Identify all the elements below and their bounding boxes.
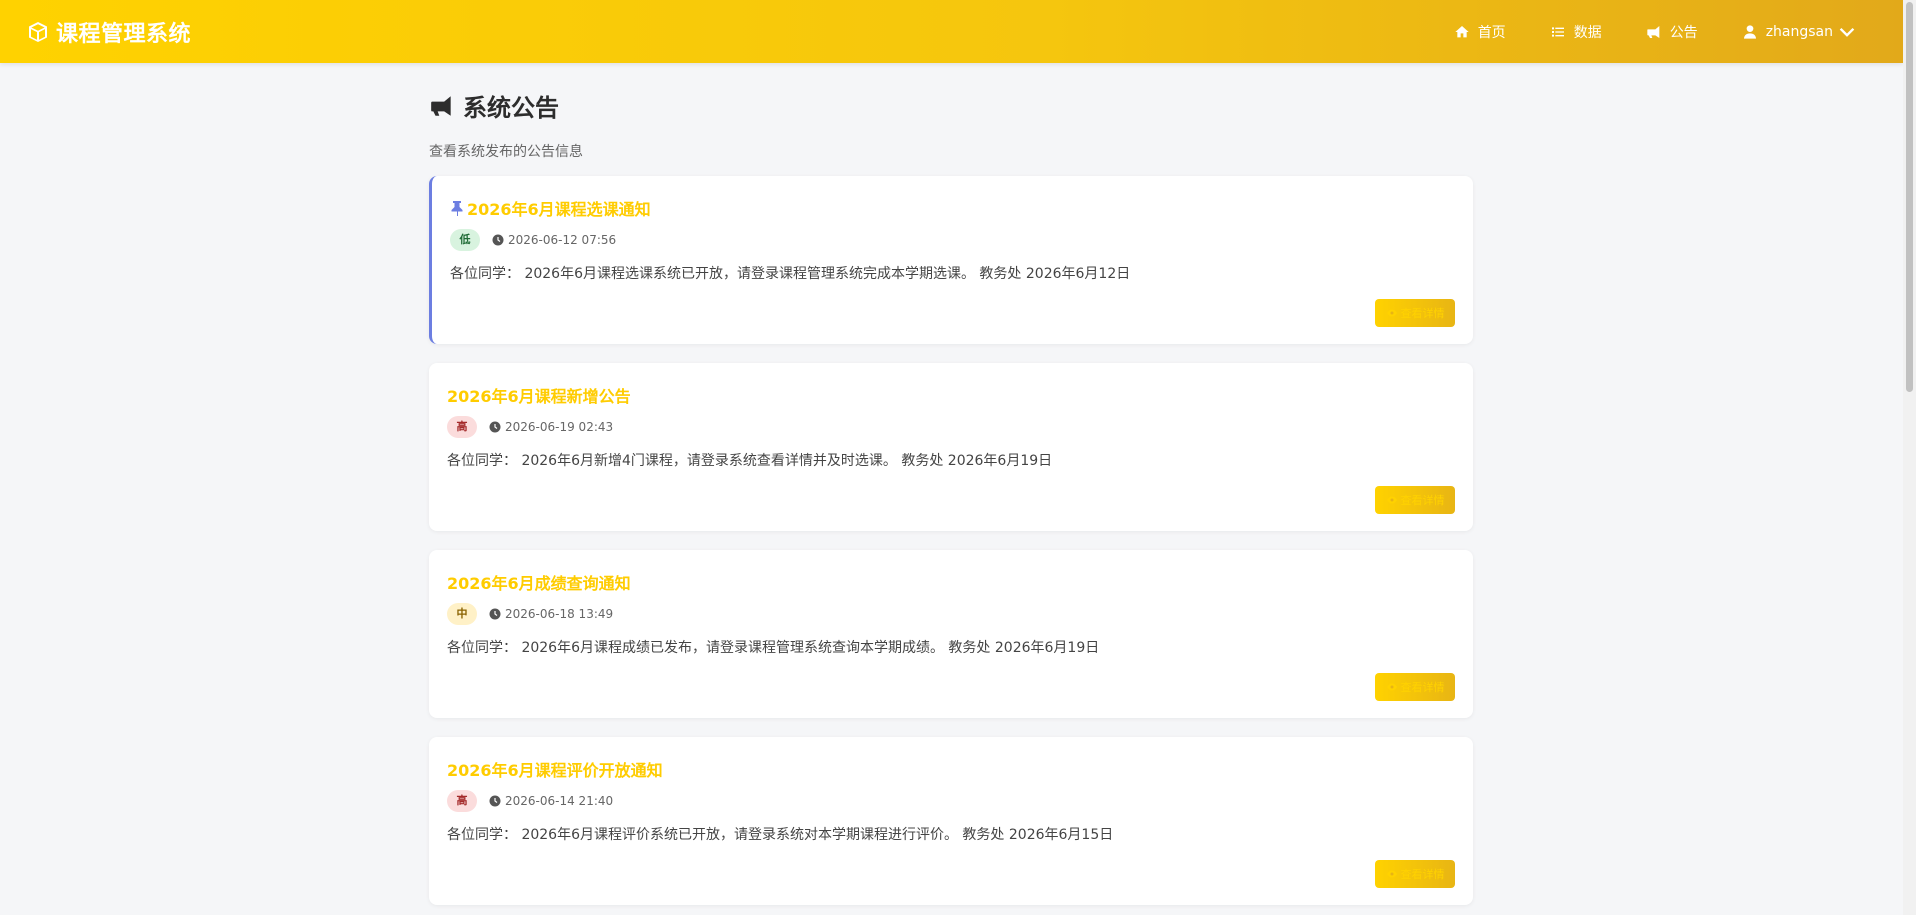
pin-icon bbox=[451, 201, 463, 216]
nav-home[interactable]: 首页 bbox=[1454, 22, 1506, 42]
page-scrollbar[interactable] bbox=[1903, 0, 1916, 915]
nav-data[interactable]: 数据 bbox=[1550, 22, 1602, 42]
nav-notice[interactable]: 公告 bbox=[1646, 22, 1698, 42]
username: zhangsan bbox=[1765, 23, 1833, 40]
announcement-content: 各位同学： 2026年6月课程评价系统已开放，请登录系统对本学期课程进行评价。 … bbox=[447, 827, 1114, 843]
announcement-meta: 低 2026-06-12 07:56 bbox=[450, 229, 616, 251]
clock-icon bbox=[489, 795, 501, 807]
announcement-title[interactable]: 2026年6月成绩查询通知 bbox=[447, 570, 631, 594]
announcement-card: 2026年6月课程新增公告 高 2026-06-19 02:43 各位同学： 2… bbox=[429, 363, 1473, 531]
view-detail-label: 查看详情 bbox=[1400, 495, 1445, 507]
view-detail-label: 查看详情 bbox=[1400, 308, 1445, 320]
main-content: 系统公告 查看系统发布的公告信息 2026年6月课程选课通知 低 2026-06… bbox=[429, 63, 1473, 905]
announcement-time: 2026-06-18 13:49 bbox=[489, 607, 613, 621]
announcement-time-text: 2026-06-19 02:43 bbox=[505, 420, 614, 434]
page-title: 系统公告 bbox=[429, 88, 1473, 123]
clock-icon bbox=[489, 608, 501, 620]
announcement-card: 2026年6月成绩查询通知 中 2026-06-18 13:49 各位同学： 2… bbox=[429, 550, 1473, 718]
bullhorn-icon bbox=[431, 95, 451, 116]
announcement-time-text: 2026-06-12 07:56 bbox=[508, 233, 617, 247]
chevron-down-icon bbox=[1839, 27, 1855, 37]
priority-badge: 高 bbox=[447, 416, 477, 438]
announcement-card: 2026年6月课程评价开放通知 高 2026-06-14 21:40 各位同学：… bbox=[429, 737, 1473, 905]
announcement-time-text: 2026-06-14 21:40 bbox=[505, 794, 614, 808]
home-icon bbox=[1455, 25, 1469, 37]
scrollbar-thumb[interactable] bbox=[1906, 2, 1913, 392]
nav-notice-label: 公告 bbox=[1669, 24, 1698, 41]
top-navbar: 课程管理系统 首页 数据 公告 zhangsan bbox=[0, 0, 1903, 63]
user-icon bbox=[1743, 24, 1756, 39]
view-detail-label: 查看详情 bbox=[1400, 869, 1445, 881]
announcement-content: 各位同学： 2026年6月课程成绩已发布，请登录课程管理系统查询本学期成绩。 教… bbox=[447, 640, 1100, 656]
eye-icon bbox=[1386, 496, 1397, 504]
nav-links: 首页 数据 公告 zhangsan bbox=[1410, 0, 1863, 63]
announcement-meta: 中 2026-06-18 13:49 bbox=[447, 603, 613, 625]
priority-badge: 中 bbox=[447, 603, 477, 625]
eye-icon bbox=[1386, 309, 1397, 317]
announcement-time: 2026-06-19 02:43 bbox=[489, 420, 613, 434]
announcement-title-text: 2026年6月课程新增公告 bbox=[447, 387, 631, 406]
view-detail-label: 查看详情 bbox=[1400, 682, 1445, 694]
announcement-title-text: 2026年6月成绩查询通知 bbox=[447, 574, 631, 593]
announcement-title[interactable]: 2026年6月课程评价开放通知 bbox=[447, 757, 663, 781]
clock-icon bbox=[489, 421, 501, 433]
brand-title: 课程管理系统 bbox=[56, 22, 192, 47]
view-detail-button[interactable]: 查看详情 bbox=[1375, 860, 1455, 888]
list-icon bbox=[1551, 26, 1564, 37]
announcement-title-text: 2026年6月课程评价开放通知 bbox=[447, 761, 663, 780]
cube-icon bbox=[29, 22, 47, 42]
announcement-title[interactable]: 2026年6月课程新增公告 bbox=[447, 383, 631, 407]
view-detail-button[interactable]: 查看详情 bbox=[1375, 299, 1455, 327]
announcement-content: 各位同学： 2026年6月新增4门课程，请登录系统查看详情并及时选课。 教务处 … bbox=[447, 453, 1053, 469]
eye-icon bbox=[1386, 870, 1397, 878]
view-detail-button[interactable]: 查看详情 bbox=[1375, 673, 1455, 701]
announcement-time-text: 2026-06-18 13:49 bbox=[505, 607, 614, 621]
announcement-title[interactable]: 2026年6月课程选课通知 bbox=[450, 196, 651, 220]
announcement-meta: 高 2026-06-14 21:40 bbox=[447, 790, 613, 812]
bullhorn-icon bbox=[1647, 25, 1660, 38]
clock-icon bbox=[492, 234, 504, 246]
announcement-title-text: 2026年6月课程选课通知 bbox=[467, 200, 651, 219]
priority-badge: 低 bbox=[450, 229, 480, 251]
announcement-time: 2026-06-14 21:40 bbox=[489, 794, 613, 808]
announcement-time: 2026-06-12 07:56 bbox=[492, 233, 616, 247]
view-detail-button[interactable]: 查看详情 bbox=[1375, 486, 1455, 514]
nav-home-label: 首页 bbox=[1477, 24, 1506, 41]
eye-icon bbox=[1386, 683, 1397, 691]
page-title-text: 系统公告 bbox=[463, 94, 559, 122]
announcement-content: 各位同学： 2026年6月课程选课系统已开放，请登录课程管理系统完成本学期选课。… bbox=[450, 266, 1131, 282]
announcement-card: 2026年6月课程选课通知 低 2026-06-12 07:56 各位同学： 2… bbox=[429, 176, 1473, 344]
nav-data-label: 数据 bbox=[1573, 24, 1602, 41]
user-menu[interactable]: zhangsan bbox=[1742, 24, 1863, 40]
priority-badge: 高 bbox=[447, 790, 477, 812]
page-subtitle: 查看系统发布的公告信息 bbox=[429, 144, 583, 160]
announcement-meta: 高 2026-06-19 02:43 bbox=[447, 416, 613, 438]
brand[interactable]: 课程管理系统 bbox=[26, 16, 191, 48]
